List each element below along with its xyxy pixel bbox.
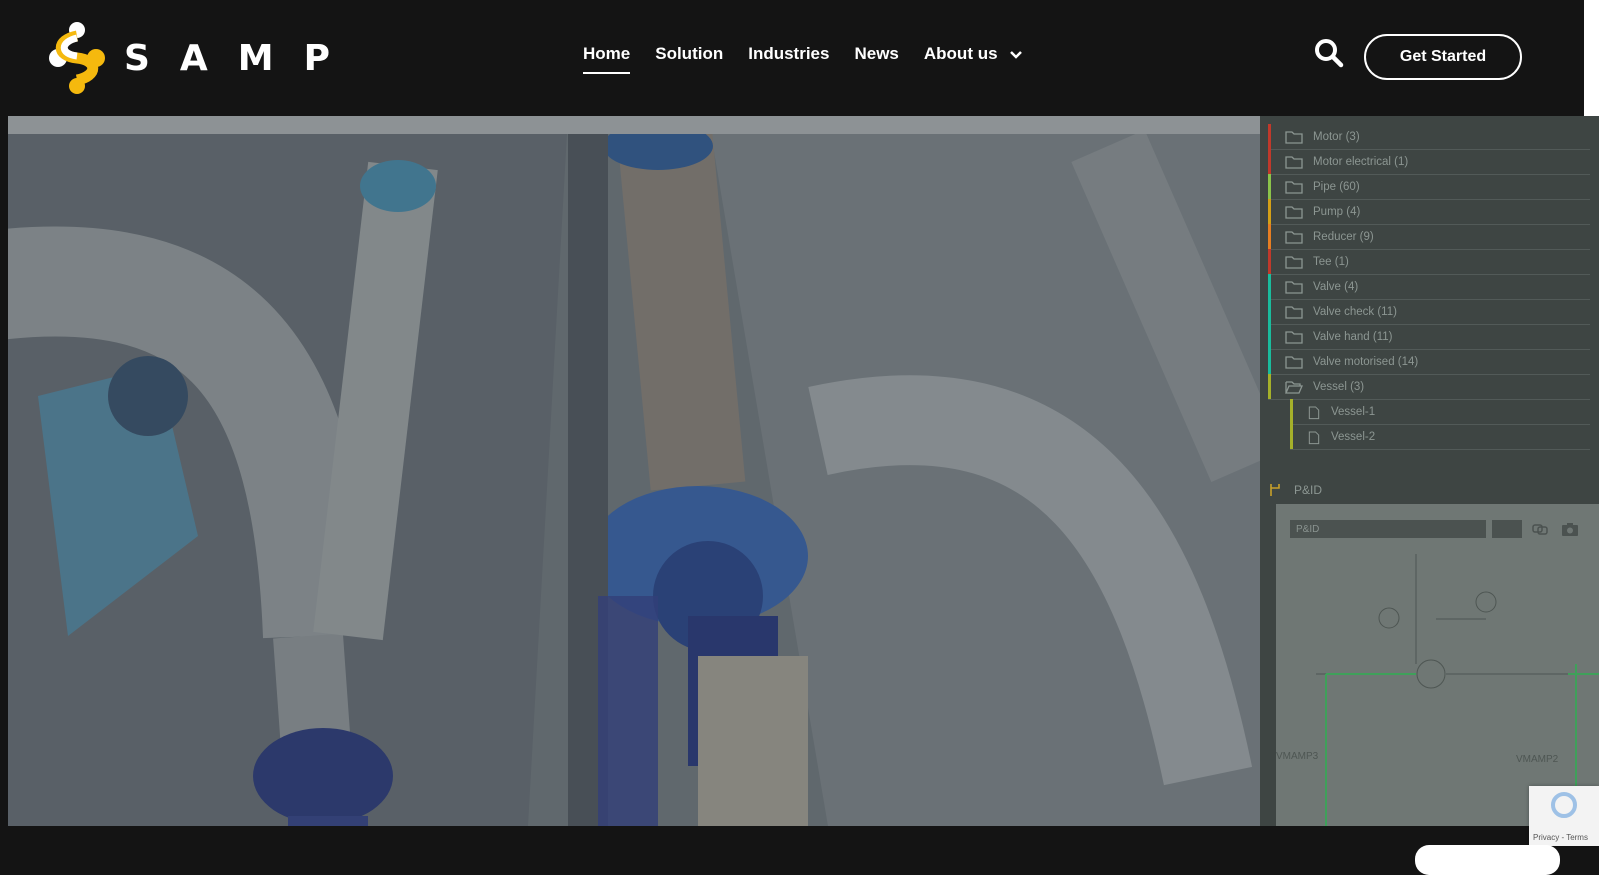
tree-row[interactable]: Valve hand (11) xyxy=(1268,324,1590,350)
tree-child-row[interactable]: Vessel-2 xyxy=(1290,424,1590,450)
search-icon xyxy=(1315,39,1344,68)
pid-diagram-viewer[interactable]: P&ID VMAMP3 VMAMP2 xyxy=(1276,504,1599,826)
tree-row-label: Pump (4) xyxy=(1313,205,1361,218)
tree-row-label: Valve (4) xyxy=(1313,280,1359,293)
folder-icon xyxy=(1285,280,1303,294)
point-cloud-scan-image xyxy=(8,116,1260,826)
tree-row-label: Motor (3) xyxy=(1313,130,1360,143)
pid-section-header[interactable]: P&ID xyxy=(1268,476,1590,504)
recaptcha-icon xyxy=(1551,792,1577,818)
tree-row-color-bar xyxy=(1268,149,1271,174)
tree-row[interactable]: Valve (4) xyxy=(1268,274,1590,300)
brand-logo[interactable]: SAMP xyxy=(48,20,360,96)
folder-icon xyxy=(1285,155,1303,169)
pid-schematic: VMAMP3 VMAMP2 xyxy=(1276,554,1599,826)
search-button[interactable] xyxy=(1314,38,1348,72)
tree-row-color-bar xyxy=(1268,224,1271,249)
folder-icon xyxy=(1285,305,1303,319)
tree-row[interactable]: Valve motorised (14) xyxy=(1268,349,1590,375)
brand-name: SAMP xyxy=(124,37,360,79)
folder-icon xyxy=(1285,230,1303,244)
hero-media: Motor (3) Motor electrical (1) Pipe (60)… xyxy=(8,116,1599,826)
nav-news[interactable]: News xyxy=(854,44,898,70)
page-edge xyxy=(1584,0,1599,116)
nav-about-us[interactable]: About us xyxy=(923,44,1023,70)
tree-row[interactable]: Tee (1) xyxy=(1268,249,1590,275)
folder-icon xyxy=(1285,205,1303,219)
nav-industries[interactable]: Industries xyxy=(748,44,829,70)
tree-row-label: Pipe (60) xyxy=(1313,180,1360,193)
tree-row-color-bar xyxy=(1268,174,1271,199)
tree-row[interactable]: Vessel (3) xyxy=(1268,374,1590,400)
folder-icon xyxy=(1285,255,1303,269)
pid-label-vmamp3: VMAMP3 xyxy=(1276,751,1319,762)
tree-row[interactable]: Motor (3) xyxy=(1268,124,1590,150)
tree-child-row[interactable]: Vessel-1 xyxy=(1290,399,1590,425)
tree-row-color-bar xyxy=(1268,324,1271,349)
tree-row-label: Tee (1) xyxy=(1313,255,1349,268)
folder-icon xyxy=(1285,355,1303,369)
chat-widget-button[interactable] xyxy=(1415,845,1560,875)
asset-tree-panel: Motor (3) Motor electrical (1) Pipe (60)… xyxy=(1260,116,1599,826)
tree-row[interactable]: Valve check (11) xyxy=(1268,299,1590,325)
tree-row[interactable]: Pump (4) xyxy=(1268,199,1590,225)
tree-row-color-bar xyxy=(1268,274,1271,299)
folder-open-icon xyxy=(1285,380,1303,394)
tree-row[interactable]: Reducer (9) xyxy=(1268,224,1590,250)
recaptcha-badge[interactable]: Privacy - Terms xyxy=(1529,786,1599,846)
tree-row-color-bar xyxy=(1268,249,1271,274)
folder-icon xyxy=(1285,180,1303,194)
tree-row-color-bar xyxy=(1268,349,1271,374)
tree-row-label: Vessel-2 xyxy=(1331,430,1376,443)
tree-row-label: Vessel (3) xyxy=(1313,380,1365,393)
file-icon xyxy=(1308,430,1320,444)
get-started-button[interactable]: Get Started xyxy=(1364,34,1522,80)
folder-icon xyxy=(1285,330,1303,344)
tree-row-label: Vessel-1 xyxy=(1331,405,1376,418)
file-icon xyxy=(1308,405,1320,419)
samp-logo-icon xyxy=(49,22,105,94)
tree-row-color-bar xyxy=(1268,199,1271,224)
tree-row-label: Valve motorised (14) xyxy=(1313,355,1419,368)
tree-row-label: Reducer (9) xyxy=(1313,230,1374,243)
tree-row[interactable]: Pipe (60) xyxy=(1268,174,1590,200)
nav-solution[interactable]: Solution xyxy=(655,44,723,70)
nav-about-us-label: About us xyxy=(923,44,998,63)
pid-label-vmamp2: VMAMP2 xyxy=(1516,754,1559,765)
folder-icon xyxy=(1285,130,1303,144)
diagram-icon xyxy=(1270,484,1280,496)
tree-row-label: Motor electrical (1) xyxy=(1313,155,1409,168)
recaptcha-links[interactable]: Privacy - Terms xyxy=(1533,833,1588,842)
tree-row-color-bar xyxy=(1268,299,1271,324)
main-nav: Home Solution Industries News About us xyxy=(583,44,1047,74)
tree-row-color-bar xyxy=(1290,424,1293,449)
chevron-down-icon xyxy=(1010,50,1023,59)
tree-row-label: Valve check (11) xyxy=(1313,305,1397,318)
tree-row[interactable]: Motor electrical (1) xyxy=(1268,149,1590,175)
tree-row-color-bar xyxy=(1268,374,1271,399)
nav-home[interactable]: Home xyxy=(583,44,631,74)
site-header: SAMP Home Solution Industries News About… xyxy=(0,0,1584,116)
tree-row-label: Valve hand (11) xyxy=(1313,330,1393,343)
pid-section-title: P&ID xyxy=(1294,483,1323,497)
tree-row-color-bar xyxy=(1268,124,1271,149)
tree-row-color-bar xyxy=(1290,399,1293,424)
